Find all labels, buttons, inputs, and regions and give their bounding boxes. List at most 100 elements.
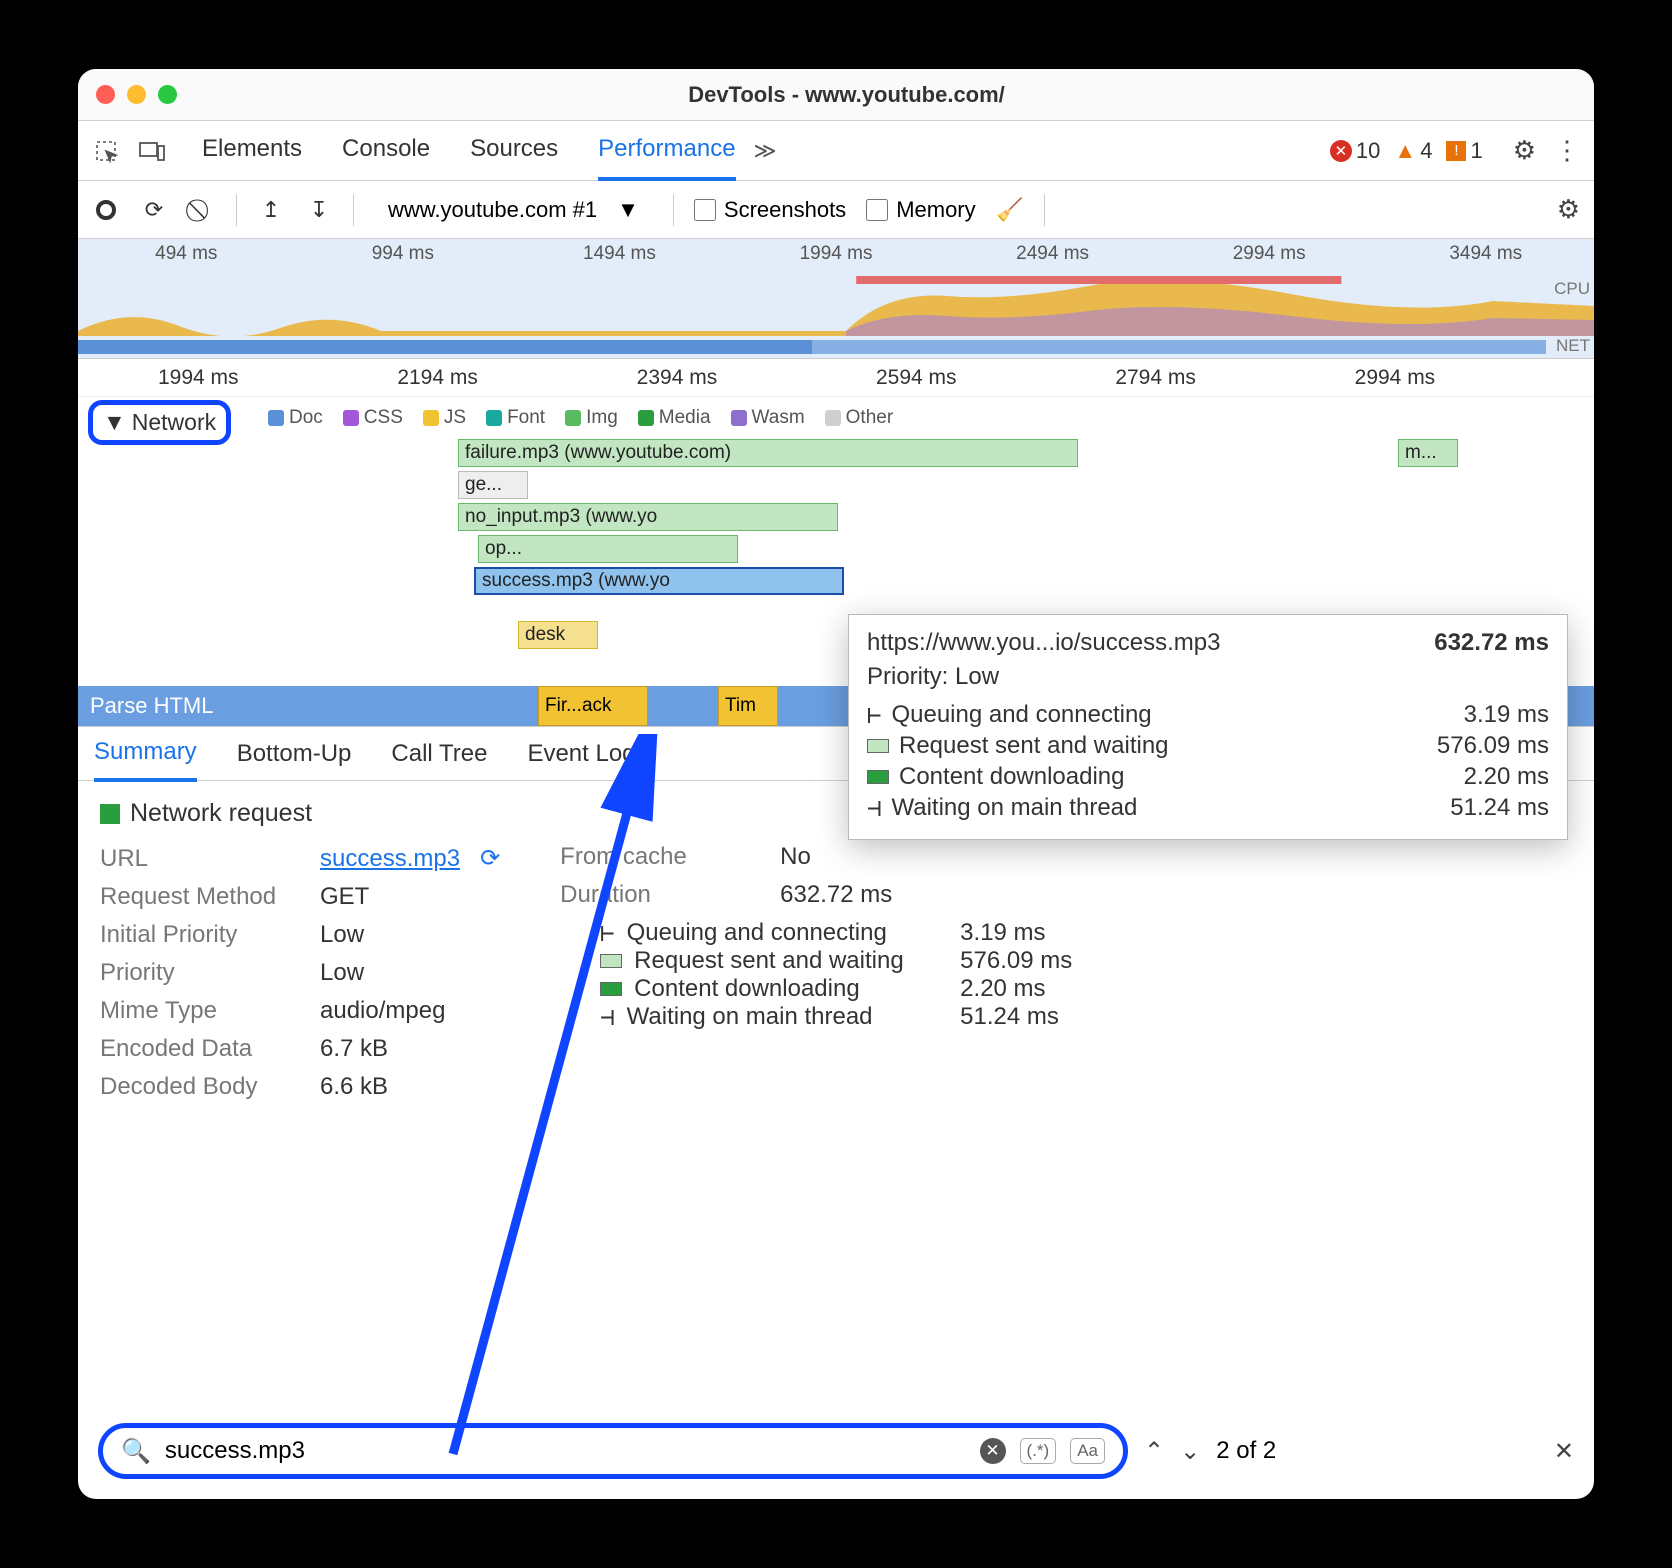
page-label: www.youtube.com #1	[388, 197, 597, 223]
enc-label: Encoded Data	[100, 1035, 300, 1063]
cpu-chart	[78, 276, 1594, 336]
issue-counts: ✕10 ▲4 !1	[1330, 138, 1483, 164]
cache-label: From cache	[560, 843, 760, 871]
network-legend: Doc CSS JS Font Img Media Wasm Other	[268, 407, 893, 429]
search-icon: 🔍	[121, 1437, 151, 1466]
request-bar-success[interactable]: success.mp3 (www.yo	[474, 567, 844, 595]
minimize-icon[interactable]	[127, 85, 146, 104]
next-result-icon[interactable]: ⌄	[1180, 1437, 1200, 1466]
clear-icon[interactable]: ✕	[980, 1438, 1006, 1464]
chevron-down-icon: ▼	[617, 197, 639, 223]
tab-event-log[interactable]: Event Log	[527, 728, 635, 780]
inspect-icon[interactable]	[92, 137, 120, 165]
tab-bottom-up[interactable]: Bottom-Up	[237, 728, 352, 780]
regex-toggle[interactable]: (.*)	[1020, 1438, 1057, 1464]
download-icon[interactable]: ↧	[305, 196, 333, 224]
enc-value: 6.7 kB	[320, 1035, 388, 1063]
gc-icon[interactable]: 🧹	[996, 196, 1024, 224]
flame-tim[interactable]: Tim	[718, 686, 778, 726]
page-select[interactable]: www.youtube.com #1 ▼	[374, 194, 653, 226]
dec-value: 6.6 kB	[320, 1073, 388, 1101]
request-tooltip: https://www.you...io/success.mp3 632.72 m…	[848, 614, 1568, 840]
tab-console[interactable]: Console	[342, 121, 430, 181]
kebab-icon[interactable]: ⋮	[1554, 135, 1580, 166]
zoom-icon[interactable]	[158, 85, 177, 104]
mime-value: audio/mpeg	[320, 997, 445, 1025]
separator	[1044, 194, 1045, 226]
net-overview	[78, 340, 1546, 354]
search-bar: 🔍 ✕ (.*) Aa ⌃ ⌄ 2 of 2 ✕	[98, 1423, 1574, 1479]
summary-title: Network request	[100, 799, 500, 828]
tooltip-total: 632.72 ms	[1434, 629, 1549, 657]
flame-fir[interactable]: Fir...ack	[538, 686, 648, 726]
tab-call-tree[interactable]: Call Tree	[391, 728, 487, 780]
issue-icon: !	[1446, 141, 1466, 161]
overview-ticks: 494 ms994 ms1494 ms1994 ms2494 ms2994 ms…	[78, 243, 1594, 265]
separator	[673, 194, 674, 226]
error-icon: ✕	[1330, 140, 1352, 162]
panel-tabbar: Elements Console Sources Performance ≫ ✕…	[78, 121, 1594, 181]
device-icon[interactable]	[138, 137, 166, 165]
close-icon[interactable]	[96, 85, 115, 104]
duration-breakdown: ⊢Queuing and connecting3.19 ms Request s…	[600, 919, 1072, 1031]
devtools-window: DevTools - www.youtube.com/ Elements Con…	[78, 69, 1594, 1499]
record-button[interactable]	[92, 196, 120, 224]
dec-label: Decoded Body	[100, 1073, 300, 1101]
mime-label: Mime Type	[100, 997, 300, 1025]
cache-value: No	[780, 843, 811, 871]
clear-button[interactable]: ⃠	[188, 196, 216, 224]
search-input[interactable]	[165, 1437, 966, 1465]
reload-button[interactable]: ⟳	[140, 196, 168, 224]
error-count[interactable]: ✕10	[1330, 138, 1380, 164]
prev-result-icon[interactable]: ⌃	[1144, 1437, 1164, 1466]
cpu-label: CPU	[1554, 279, 1590, 299]
tab-sources[interactable]: Sources	[470, 121, 558, 181]
warning-count[interactable]: ▲4	[1394, 138, 1432, 164]
request-bar-ge[interactable]: ge...	[458, 471, 528, 499]
request-bar-noinput[interactable]: no_input.mp3 (www.yo	[458, 503, 838, 531]
warning-icon: ▲	[1394, 138, 1416, 164]
init-prio-value: Low	[320, 921, 364, 949]
url-link[interactable]: success.mp3	[320, 845, 460, 873]
separator	[353, 194, 354, 226]
result-count: 2 of 2	[1216, 1437, 1276, 1465]
memory-checkbox[interactable]: Memory	[866, 197, 975, 223]
request-bar-m[interactable]: m...	[1398, 439, 1458, 467]
case-toggle[interactable]: Aa	[1070, 1438, 1105, 1464]
screenshots-checkbox[interactable]: Screenshots	[694, 197, 846, 223]
close-search-icon[interactable]: ✕	[1554, 1437, 1574, 1466]
tab-elements[interactable]: Elements	[202, 121, 302, 181]
network-track-label[interactable]: ▼Network	[88, 400, 231, 445]
titlebar: DevTools - www.youtube.com/	[78, 69, 1594, 121]
url-label: URL	[100, 845, 300, 873]
more-tabs-icon[interactable]: ≫	[754, 138, 777, 164]
init-prio-label: Initial Priority	[100, 921, 300, 949]
request-bar-op[interactable]: op...	[478, 535, 738, 563]
overview-pane[interactable]: 494 ms994 ms1494 ms1994 ms2494 ms2994 ms…	[78, 239, 1594, 359]
reveal-icon[interactable]: ⟳	[480, 844, 500, 873]
request-bar-failure[interactable]: failure.mp3 (www.youtube.com)	[458, 439, 1078, 467]
capture-settings-icon[interactable]: ⚙	[1557, 194, 1580, 225]
tab-performance[interactable]: Performance	[598, 121, 735, 181]
method-value: GET	[320, 883, 369, 911]
tooltip-priority: Priority: Low	[867, 663, 1549, 691]
tooltip-url: https://www.you...io/success.mp3	[867, 629, 1220, 657]
net-label: NET	[1556, 336, 1590, 356]
chevron-down-icon: ▼	[103, 409, 126, 436]
separator	[236, 194, 237, 226]
settings-icon[interactable]: ⚙	[1513, 135, 1536, 166]
perf-toolbar: ⟳ ⃠ ↥ ↧ www.youtube.com #1 ▼ Screenshots…	[78, 181, 1594, 239]
tab-summary[interactable]: Summary	[94, 726, 197, 782]
method-label: Request Method	[100, 883, 300, 911]
search-box[interactable]: 🔍 ✕ (.*) Aa	[98, 1423, 1128, 1479]
request-bar-desk[interactable]: desk	[518, 621, 598, 649]
issue-count[interactable]: !1	[1446, 138, 1482, 164]
prio-value: Low	[320, 959, 364, 987]
dur-label: Duration	[560, 881, 760, 909]
upload-icon[interactable]: ↥	[257, 196, 285, 224]
prio-label: Priority	[100, 959, 300, 987]
panel-tabs: Elements Console Sources Performance	[202, 121, 736, 181]
timeline-ruler[interactable]: 1994 ms2194 ms2394 ms2594 ms2794 ms2994 …	[78, 359, 1594, 397]
network-color-icon	[100, 804, 120, 824]
traffic-lights	[96, 85, 177, 104]
